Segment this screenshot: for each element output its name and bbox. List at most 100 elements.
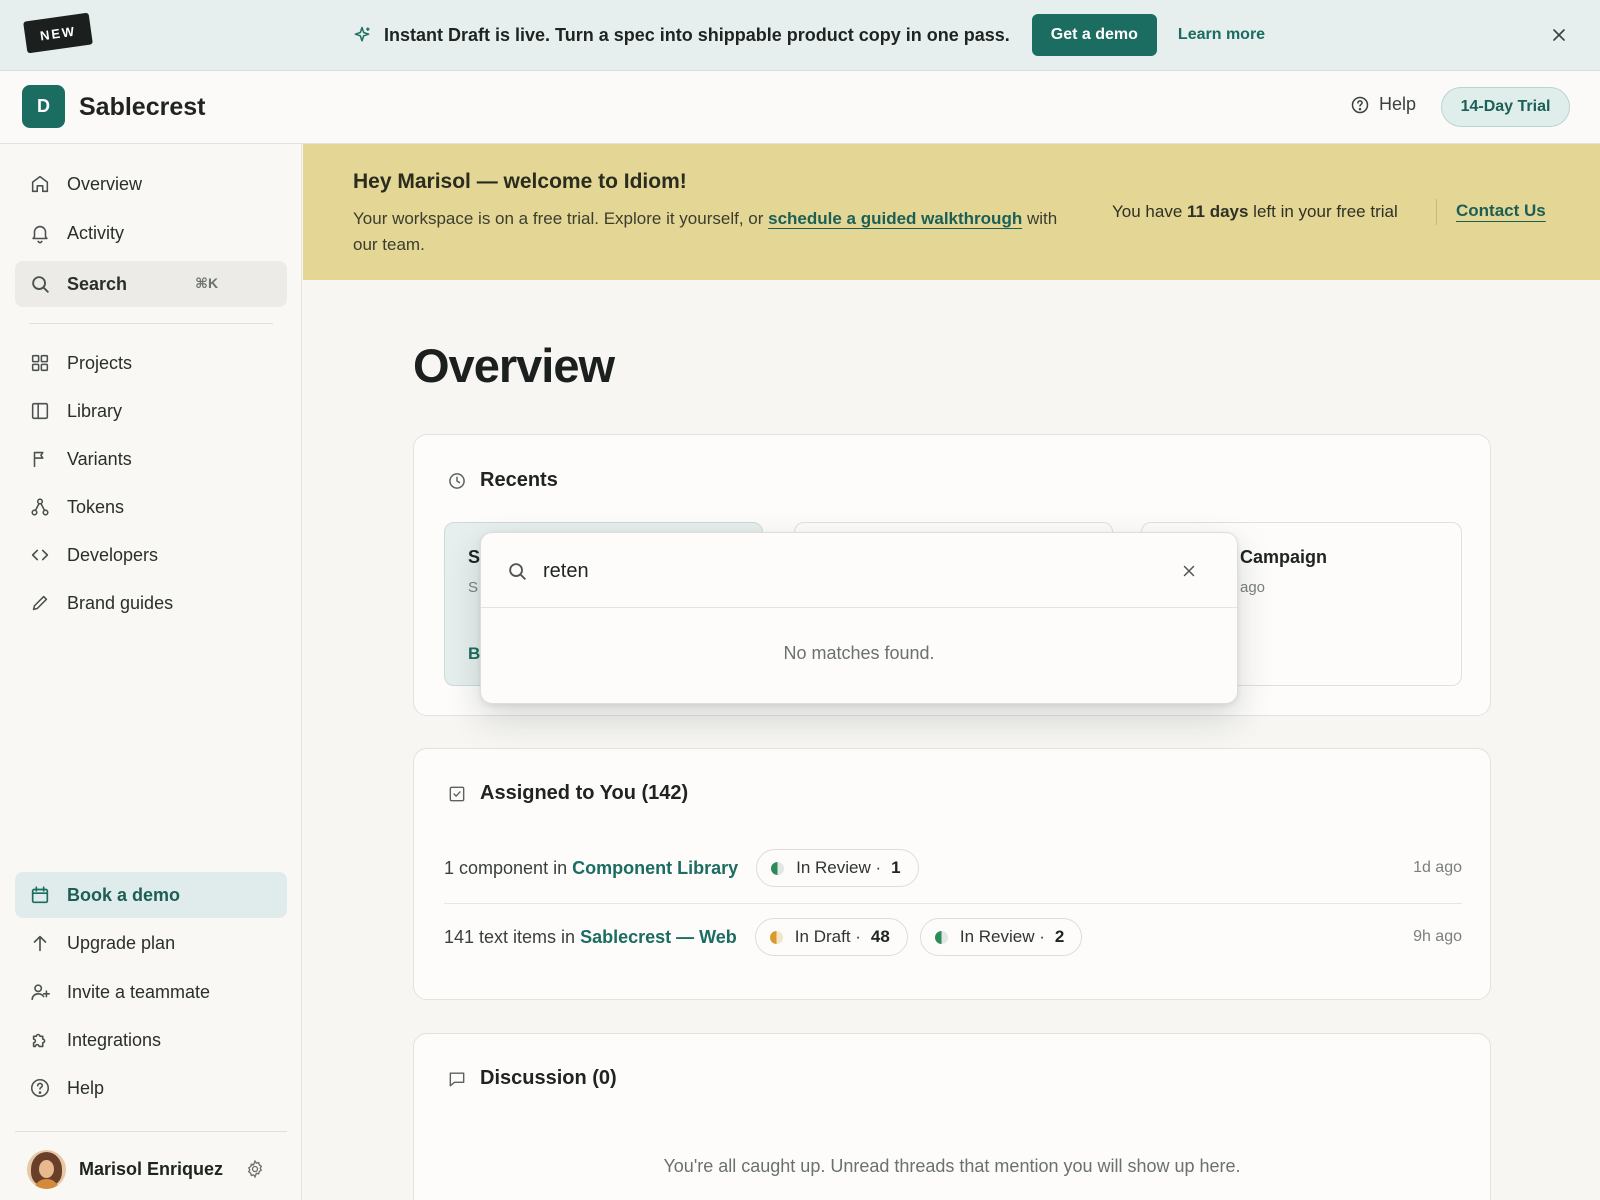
- sidebar-item-label: Overview: [67, 173, 143, 194]
- sidebar-item-label: Help: [67, 1077, 105, 1098]
- sidebar-item-activity[interactable]: Activity: [15, 210, 287, 256]
- status-pill-review[interactable]: In Review · 2: [919, 918, 1083, 956]
- pencil-icon: [32, 595, 48, 611]
- project-link[interactable]: Sablecrest — Web: [580, 927, 737, 948]
- tile-meta: ago: [1240, 579, 1266, 596]
- sidebar-item-upgrade-plan[interactable]: Upgrade plan: [15, 920, 287, 966]
- sidebar-item-projects[interactable]: Projects: [15, 340, 287, 386]
- arrow-up-icon: [33, 935, 47, 952]
- status-pill-review[interactable]: In Review · 1: [756, 849, 919, 887]
- sidebar-item-invite-teammate[interactable]: Invite a teammate: [15, 969, 287, 1015]
- timestamp: 9h ago: [1413, 928, 1462, 945]
- search-popover: No matches found.: [480, 532, 1238, 704]
- grid-icon: [31, 354, 49, 372]
- sidebar-item-book-demo[interactable]: Book a demo: [15, 872, 287, 918]
- bell-icon: [32, 225, 48, 244]
- gear-icon[interactable]: [245, 1159, 265, 1179]
- avatar[interactable]: [27, 1149, 66, 1189]
- timestamp: 1d ago: [1413, 859, 1462, 876]
- new-badge: NEW: [23, 12, 93, 54]
- pill-count: 1: [891, 858, 901, 877]
- sidebar-item-overview[interactable]: Overview: [15, 161, 287, 207]
- recents-title: Recents: [480, 469, 558, 491]
- assigned-row[interactable]: 141 text items in Sablecrest — Web In Dr…: [444, 907, 1462, 967]
- row-prefix: 1 component in: [444, 857, 568, 878]
- user-name: Marisol Enriquez: [79, 1158, 224, 1179]
- variant-icon: [33, 451, 44, 468]
- welcome-body-text: Your workspace is on a free trial. Explo…: [353, 209, 769, 228]
- get-demo-button[interactable]: Get a demo: [1031, 14, 1157, 56]
- clock-icon: [449, 473, 465, 489]
- assigned-card: Assigned to You (142) 1 component in Com…: [413, 748, 1491, 1000]
- sidebar-item-variants[interactable]: Variants: [15, 436, 287, 482]
- contact-us-link[interactable]: Contact Us: [1456, 201, 1546, 221]
- trial-remaining: You have 11 days left in your free trial: [1112, 202, 1398, 222]
- user-profile[interactable]: Marisol Enriquez: [27, 1148, 287, 1190]
- assigned-title: Assigned to You (142): [480, 782, 689, 804]
- sidebar-item-brand-guides[interactable]: Brand guides: [15, 580, 287, 626]
- discussion-title: Discussion (0): [480, 1067, 617, 1089]
- project-link[interactable]: Component Library: [572, 858, 738, 879]
- tokens-icon: [31, 498, 49, 516]
- sidebar-item-label: Integrations: [67, 1029, 162, 1050]
- announcement-text: Instant Draft is live. Turn a spec into …: [384, 24, 1010, 45]
- announcement-bar: NEW Instant Draft is live. Turn a spec i…: [0, 0, 1600, 71]
- row-prefix: 141 text items in: [444, 926, 576, 947]
- discussion-card: Discussion (0) You're all caught up. Unr…: [413, 1033, 1491, 1200]
- walkthrough-link[interactable]: schedule a guided walkthrough: [768, 209, 1022, 228]
- tile-title: S: [468, 547, 481, 567]
- tile-title: Campaign: [1240, 547, 1328, 567]
- discussion-empty-text: You're all caught up. Unread threads tha…: [663, 1156, 1241, 1176]
- sidebar-item-help[interactable]: Help: [15, 1065, 287, 1111]
- help-link[interactable]: Help: [1350, 94, 1416, 115]
- close-icon[interactable]: [1549, 25, 1569, 45]
- sidebar-item-library[interactable]: Library: [15, 388, 287, 434]
- sidebar-item-label: Upgrade plan: [67, 932, 176, 953]
- announcement-content: Instant Draft is live. Turn a spec into …: [352, 14, 1265, 56]
- brand-name: Sablecrest: [79, 93, 206, 121]
- pill-label: In Review ·: [796, 858, 882, 877]
- sidebar-item-tokens[interactable]: Tokens: [15, 484, 287, 530]
- book-icon: [31, 402, 49, 420]
- trial-text: left in your free trial: [1248, 202, 1398, 221]
- clear-search-icon[interactable]: [1180, 562, 1198, 580]
- trial-badge[interactable]: 14-Day Trial: [1441, 87, 1570, 127]
- sidebar-item-label: Book a demo: [67, 884, 181, 905]
- learn-more-link[interactable]: Learn more: [1178, 26, 1265, 44]
- sidebar-item-label: Developers: [67, 544, 159, 565]
- welcome-body: Your workspace is on a free trial. Explo…: [353, 206, 1073, 258]
- help-circle-icon: [30, 1078, 50, 1098]
- sidebar-item-label: Brand guides: [67, 592, 174, 613]
- calendar-icon: [31, 886, 49, 904]
- sidebar-item-label: Projects: [67, 352, 133, 373]
- pill-label: In Review ·: [959, 927, 1045, 946]
- pill-label: In Draft ·: [794, 927, 861, 946]
- sidebar-item-developers[interactable]: Developers: [15, 532, 287, 578]
- search-icon: [509, 563, 526, 580]
- sidebar-item-label: Activity: [67, 222, 125, 243]
- home-icon: [31, 175, 49, 193]
- sidebar-divider: [29, 323, 273, 324]
- draft-status-icon: [769, 930, 783, 944]
- code-icon: [31, 549, 49, 561]
- sidebar-divider: [15, 1131, 287, 1132]
- sidebar-item-label: Variants: [67, 448, 132, 469]
- welcome-banner: Hey Marisol — welcome to Idiom! Your wor…: [303, 144, 1600, 280]
- review-status-icon: [771, 861, 785, 875]
- assigned-row[interactable]: 1 component in Component Library In Revi…: [444, 838, 1462, 898]
- welcome-title: Hey Marisol — welcome to Idiom!: [353, 170, 687, 193]
- search-input[interactable]: [543, 551, 1143, 591]
- app-logo[interactable]: D: [22, 85, 65, 128]
- no-results-text: No matches found.: [783, 643, 935, 663]
- sidebar-item-integrations[interactable]: Integrations: [15, 1017, 287, 1063]
- divider: [481, 607, 1237, 608]
- status-pill-draft[interactable]: In Draft · 48: [754, 918, 908, 956]
- sidebar-item-search[interactable]: Search ⌘K: [15, 261, 287, 307]
- user-plus-icon: [31, 984, 50, 1001]
- top-header: D Sablecrest Help 14-Day Trial: [0, 71, 1600, 144]
- sparkle-icon: [354, 26, 370, 42]
- divider: [1436, 199, 1437, 225]
- tile-link[interactable]: B: [468, 644, 480, 664]
- row-divider: [444, 903, 1462, 904]
- sidebar-item-label: Search: [67, 273, 128, 294]
